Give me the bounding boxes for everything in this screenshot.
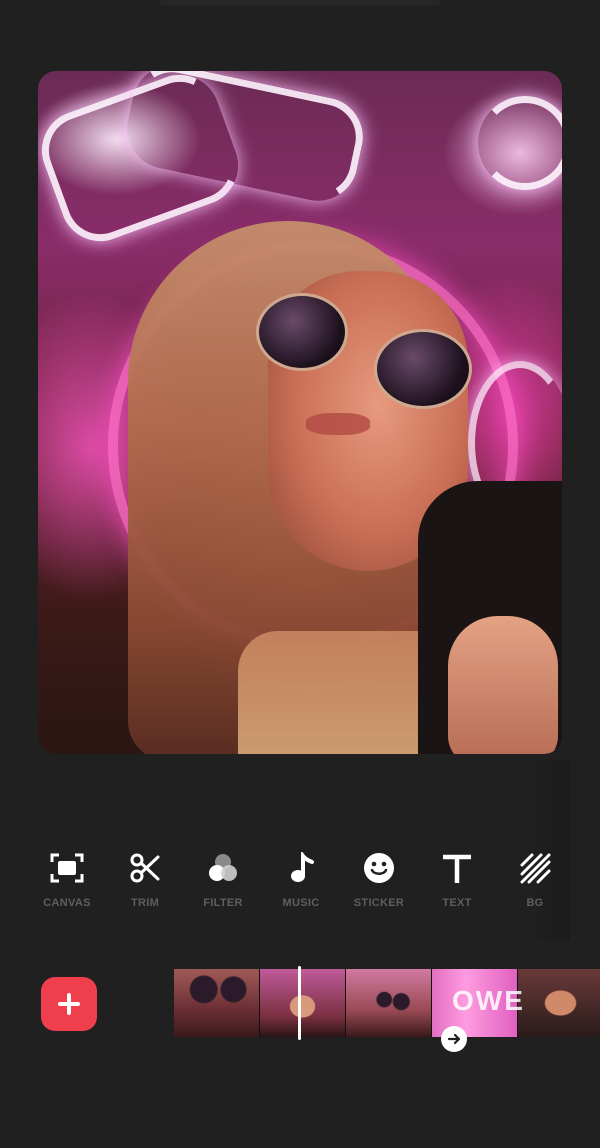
tool-label: CANVAS — [43, 897, 91, 909]
arrow-right-icon — [447, 1033, 461, 1045]
tool-text[interactable]: TEXT — [418, 848, 496, 918]
neon-line — [478, 96, 562, 190]
timeline-frame — [174, 969, 260, 1037]
sunglasses-left-lens — [256, 293, 348, 371]
clip-timeline[interactable]: OWE — [174, 969, 600, 1037]
smiley-icon — [359, 848, 399, 888]
plus-icon — [58, 993, 80, 1015]
subject-lips — [306, 413, 370, 435]
stripes-icon — [515, 848, 555, 888]
timeline-frame-text: OWE — [452, 985, 525, 1016]
timeline-frame — [346, 969, 432, 1037]
tool-canvas[interactable]: CANVAS — [28, 848, 106, 918]
tool-label: MUSIC — [282, 897, 320, 909]
status-bar-hint — [160, 0, 440, 6]
timeline-frame: OWE — [432, 969, 523, 1037]
transition-arrow-button[interactable] — [441, 1026, 467, 1052]
video-preview[interactable] — [38, 71, 562, 754]
timeline-frame — [260, 969, 346, 1037]
text-icon — [437, 848, 477, 888]
tool-filter[interactable]: FILTER — [184, 848, 262, 918]
tool-trim[interactable]: TRIM — [106, 848, 184, 918]
tool-label: TRIM — [130, 897, 160, 909]
filter-icon — [203, 848, 243, 888]
scissors-icon — [125, 848, 165, 888]
tool-label: TEXT — [442, 897, 472, 909]
tool-label: FILTER — [203, 897, 243, 909]
edit-toolbar: CANVAS TRIM FILTER MUSIC STICKER TEXT BG — [28, 848, 588, 918]
music-note-icon — [281, 848, 321, 888]
timeline-frame — [518, 969, 600, 1037]
timeline-playhead[interactable] — [298, 966, 301, 1040]
sunglasses-right-lens — [374, 329, 472, 409]
canvas-icon — [47, 848, 87, 888]
tool-bg[interactable]: BG — [496, 848, 574, 918]
add-clip-button[interactable] — [41, 977, 97, 1031]
tool-label: STICKER — [353, 897, 405, 909]
subject-hand — [448, 616, 558, 754]
tool-sticker[interactable]: STICKER — [340, 848, 418, 918]
tool-music[interactable]: MUSIC — [262, 848, 340, 918]
tool-label: BG — [526, 897, 544, 909]
